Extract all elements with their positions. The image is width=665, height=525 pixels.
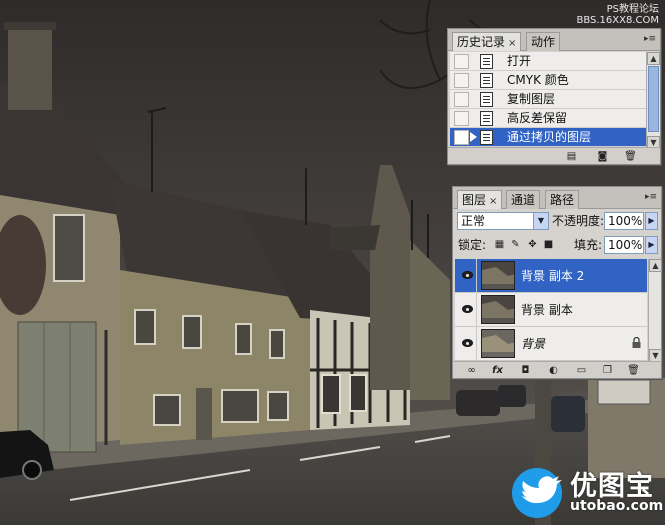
watermark-forum: PS教程论坛 BBS.16XX8.COM [576, 4, 659, 26]
opacity-input[interactable]: 100% [604, 212, 644, 230]
history-item-high-pass[interactable]: 高反差保留 [450, 109, 646, 128]
layers-scrollbar[interactable]: ▲ ▼ [648, 259, 662, 362]
tab-channels[interactable]: 通道 [506, 190, 541, 209]
eye-icon [462, 339, 473, 347]
trash-icon[interactable]: 🗑 [624, 151, 637, 162]
current-state-arrow-icon [470, 132, 477, 142]
eye-icon [462, 271, 473, 279]
history-state-icon [480, 73, 493, 88]
trash-icon[interactable]: 🗑 [627, 365, 640, 376]
layers-panel: 图层 × 通道 路径 ▸≡ 正常 ▼ 不透明度: 100% ▶ 锁定: ▦ ✎ ✥… [452, 186, 662, 379]
fill-label: 填充: [574, 238, 603, 252]
lock-label: 锁定: [458, 238, 487, 252]
tab-history-label: 历史记录 [457, 35, 506, 49]
lock-icon [632, 337, 641, 348]
tab-actions[interactable]: 动作 [526, 32, 561, 51]
adjustment-icon[interactable]: ◐ [547, 365, 560, 376]
history-source-checkbox[interactable] [454, 73, 469, 88]
history-tabbar: 历史记录 × 动作 ▸≡ [448, 29, 660, 51]
tab-channels-label: 通道 [511, 193, 536, 207]
tab-close-icon[interactable]: × [489, 196, 497, 207]
history-item-open[interactable]: 打开 [450, 52, 646, 71]
layer-thumbnail [481, 329, 515, 358]
lock-position-icon[interactable]: ✥ [527, 239, 538, 250]
new-layer-icon[interactable]: ❐ [601, 365, 614, 376]
history-scrollbar[interactable]: ▲ ▼ [646, 52, 660, 149]
tab-close-icon[interactable]: × [508, 38, 516, 49]
lock-all-icon[interactable]: ■ [543, 239, 554, 250]
blend-mode-select[interactable]: 正常 ▼ [457, 212, 549, 230]
watermark-forum-url: BBS.16XX8.COM [576, 15, 659, 26]
layer-name: 背景 副本 [521, 303, 573, 317]
scroll-up-icon[interactable]: ▲ [647, 52, 660, 65]
group-folder-icon[interactable]: ▭ [575, 365, 588, 376]
fill-slider-arrow-icon[interactable]: ▶ [645, 236, 658, 254]
watermark-forum-name: PS教程论坛 [606, 4, 659, 15]
layer-row-background-copy-2[interactable]: 背景 副本 2 [455, 259, 647, 293]
tab-layers[interactable]: 图层 × [457, 190, 503, 209]
utobao-logo: 优图宝 utobao.com [510, 462, 664, 520]
layer-thumbnail [481, 295, 515, 324]
history-footer: ▤ ◙ 🗑 [448, 147, 660, 164]
lock-transparency-icon[interactable]: ▦ [494, 239, 505, 250]
chevron-down-icon[interactable]: ▼ [533, 213, 548, 229]
panel-menu-icon[interactable]: ▸≡ [645, 192, 657, 202]
history-state-icon [480, 54, 493, 69]
history-source-checkbox[interactable] [454, 111, 469, 126]
new-snapshot-icon[interactable]: ◙ [596, 151, 609, 162]
tab-layers-label: 图层 [462, 193, 487, 207]
scroll-up-icon[interactable]: ▲ [649, 259, 662, 272]
mask-icon[interactable]: ◘ [519, 365, 532, 376]
panel-menu-icon[interactable]: ▸≡ [644, 34, 656, 44]
layer-visibility-toggle[interactable] [457, 259, 477, 292]
history-item-label: 打开 [507, 54, 532, 68]
layer-row-background-copy[interactable]: 背景 副本 [455, 293, 647, 327]
history-source-checkbox[interactable] [454, 130, 469, 145]
layers-tabbar: 图层 × 通道 路径 ▸≡ [453, 187, 661, 209]
history-item-label: 通过拷贝的图层 [507, 130, 592, 144]
scroll-thumb[interactable] [648, 66, 659, 132]
tab-paths-label: 路径 [550, 193, 575, 207]
history-item-cmyk[interactable]: CMYK 颜色 [450, 71, 646, 90]
history-state-icon [480, 92, 493, 107]
layers-footer: ∞ fx ◘ ◐ ▭ ❐ 🗑 [453, 361, 661, 378]
tab-actions-label: 动作 [531, 35, 556, 49]
history-item-label: 高反差保留 [507, 111, 568, 125]
history-source-checkbox[interactable] [454, 92, 469, 107]
opacity-label: 不透明度: [552, 214, 605, 228]
blend-mode-value: 正常 [461, 214, 486, 228]
tab-history[interactable]: 历史记录 × [452, 32, 522, 51]
fx-icon[interactable]: fx [491, 365, 504, 376]
logo-domain-text: utobao.com [570, 498, 664, 514]
twitter-bird-logo-icon [512, 468, 562, 518]
history-state-icon [480, 111, 493, 126]
opacity-slider-arrow-icon[interactable]: ▶ [645, 212, 658, 230]
new-document-from-state-icon[interactable]: ▤ [565, 151, 578, 162]
layers-list: 背景 副本 2 背景 副本 背景 [455, 259, 647, 362]
history-item-layer-via-copy[interactable]: 通过拷贝的图层 [450, 128, 646, 147]
layer-visibility-toggle[interactable] [457, 293, 477, 326]
history-panel: 历史记录 × 动作 ▸≡ 打开 CMYK 颜色 复制图层 高反差保留 通过拷贝的… [447, 28, 661, 165]
history-item-duplicate-layer[interactable]: 复制图层 [450, 90, 646, 109]
layer-visibility-toggle[interactable] [457, 327, 477, 360]
fill-input[interactable]: 100% [604, 236, 644, 254]
history-state-icon [480, 130, 493, 145]
layer-row-background[interactable]: 背景 [455, 327, 647, 361]
layer-name: 背景 副本 2 [521, 269, 585, 283]
eye-icon [462, 305, 473, 313]
history-list: 打开 CMYK 颜色 复制图层 高反差保留 通过拷贝的图层 [450, 52, 646, 149]
layer-name: 背景 [521, 337, 546, 351]
link-icon[interactable]: ∞ [465, 365, 478, 376]
history-item-label: CMYK 颜色 [507, 73, 569, 87]
tab-paths[interactable]: 路径 [545, 190, 580, 209]
history-source-checkbox[interactable] [454, 54, 469, 69]
lock-image-pixels-icon[interactable]: ✎ [510, 239, 521, 250]
layer-thumbnail [481, 261, 515, 290]
history-item-label: 复制图层 [507, 92, 556, 106]
